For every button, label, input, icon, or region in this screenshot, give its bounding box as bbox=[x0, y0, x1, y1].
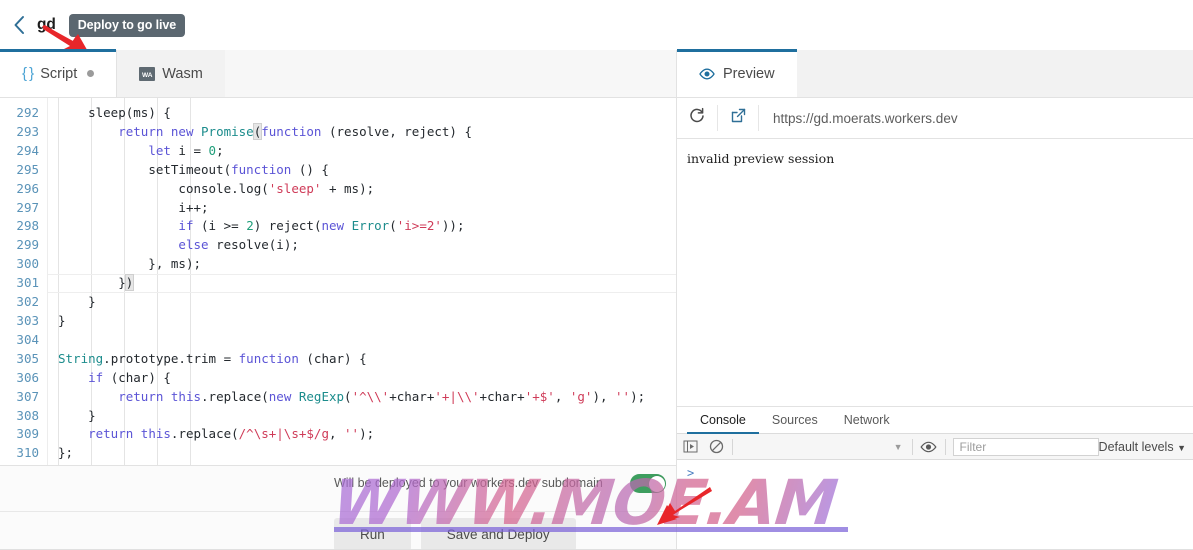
footer-divider bbox=[0, 511, 676, 512]
chevron-down-icon-levels: ▼ bbox=[1177, 442, 1186, 453]
top-bar: gd Deploy to go live bbox=[0, 0, 1193, 50]
toolbar-separator bbox=[732, 438, 733, 455]
reload-icon bbox=[688, 107, 706, 130]
chevron-left-icon bbox=[13, 15, 26, 35]
open-external-button[interactable] bbox=[718, 98, 758, 138]
line-number: 292 bbox=[16, 105, 39, 120]
worker-editor-screen: gd Deploy to go live { } Script WA Wasm … bbox=[0, 0, 1193, 550]
preview-url-bar: https://gd.moerats.workers.dev bbox=[677, 98, 1193, 139]
reload-button[interactable] bbox=[677, 98, 717, 138]
preview-pane: Preview https://gd.moerats.workers.dev i… bbox=[676, 49, 1193, 550]
save-and-deploy-button[interactable]: Save and Deploy bbox=[420, 518, 576, 550]
live-expression-eye-icon[interactable] bbox=[916, 434, 942, 460]
line-number: 293 bbox=[16, 123, 39, 139]
toggle-knob bbox=[648, 475, 665, 492]
tab-wasm[interactable]: WA Wasm bbox=[117, 50, 225, 97]
tab-preview[interactable]: Preview bbox=[677, 49, 797, 97]
console-output[interactable]: > bbox=[677, 460, 1193, 550]
devtools-tabstrip: Console Sources Network bbox=[677, 407, 1193, 434]
wasm-icon: WA bbox=[139, 66, 156, 81]
preview-url-text[interactable]: https://gd.moerats.workers.dev bbox=[759, 111, 1193, 126]
line-number: 296 bbox=[16, 180, 39, 196]
tab-wasm-label: Wasm bbox=[162, 65, 203, 82]
footer-button-row: Run Save and Deploy bbox=[334, 518, 576, 550]
line-number: 295 bbox=[16, 161, 39, 177]
line-number: 302 bbox=[16, 294, 39, 310]
deploy-to-go-live-badge: Deploy to go live bbox=[68, 13, 186, 37]
workers-dev-subdomain-toggle[interactable] bbox=[630, 474, 666, 493]
devtools-tab-network[interactable]: Network bbox=[831, 407, 903, 433]
console-levels-dropdown[interactable]: Default levels ▼ bbox=[1099, 440, 1186, 454]
preview-message: invalid preview session bbox=[687, 151, 835, 166]
toolbar-separator-2 bbox=[911, 438, 913, 455]
console-filter-input[interactable]: Filter bbox=[952, 437, 1099, 456]
tab-script-label: Script bbox=[40, 65, 78, 82]
eye-icon bbox=[699, 68, 715, 80]
line-number: 299 bbox=[16, 237, 39, 253]
line-number: 294 bbox=[16, 142, 39, 158]
toolbar-separator-3 bbox=[944, 438, 946, 455]
execution-context-icon[interactable] bbox=[677, 434, 703, 460]
clear-console-icon[interactable] bbox=[703, 434, 729, 460]
preview-viewport: invalid preview session bbox=[677, 139, 1193, 407]
code-text-area[interactable]: sleep(ms) { return new Promise(function … bbox=[48, 98, 676, 465]
preview-tabstrip: Preview bbox=[677, 49, 1193, 98]
editor-tabstrip: { } Script WA Wasm bbox=[0, 49, 676, 98]
chevron-down-icon[interactable]: ▼ bbox=[894, 442, 903, 452]
line-number: 298 bbox=[16, 218, 39, 234]
back-button[interactable] bbox=[4, 10, 34, 40]
line-number: 304 bbox=[16, 331, 39, 347]
external-link-icon bbox=[730, 107, 747, 129]
unsaved-changes-dot bbox=[87, 70, 95, 77]
console-levels-label: Default levels bbox=[1098, 439, 1174, 454]
line-number-gutter: 292 293 294 295 296 297 298 299 300 301 302 303 304 3… bbox=[0, 98, 48, 465]
line-number: 305 bbox=[16, 350, 39, 366]
devtools-console-toolbar: ▼ Filter Default levels ▼ bbox=[677, 434, 1193, 460]
line-number: 300 bbox=[16, 256, 39, 272]
run-button[interactable]: Run bbox=[334, 518, 411, 550]
line-number: 308 bbox=[16, 407, 39, 423]
devtools-tab-sources[interactable]: Sources bbox=[759, 407, 831, 433]
line-number: 301 bbox=[16, 275, 39, 291]
console-prompt: > bbox=[687, 466, 695, 480]
line-number: 309 bbox=[16, 426, 39, 442]
deploy-note: Will be deployed to your workers.dev sub… bbox=[334, 476, 603, 490]
devtools-tab-console[interactable]: Console bbox=[687, 407, 759, 434]
worker-name: gd bbox=[37, 16, 56, 33]
code-editor[interactable]: 292 293 294 295 296 297 298 299 300 301 302 303 304 3… bbox=[0, 98, 676, 465]
line-number: 307 bbox=[16, 388, 39, 404]
tab-script[interactable]: { } Script bbox=[0, 49, 118, 97]
deploy-footer: Will be deployed to your workers.dev sub… bbox=[0, 465, 676, 550]
line-number: 306 bbox=[16, 369, 39, 385]
line-number: 310 bbox=[16, 445, 39, 461]
line-number: 303 bbox=[16, 312, 39, 328]
line-number: 297 bbox=[16, 199, 39, 215]
code-content: sleep(ms) { return new Promise(function … bbox=[58, 105, 646, 461]
curly-braces-icon: { } bbox=[22, 65, 34, 82]
tab-preview-label: Preview bbox=[723, 65, 775, 82]
